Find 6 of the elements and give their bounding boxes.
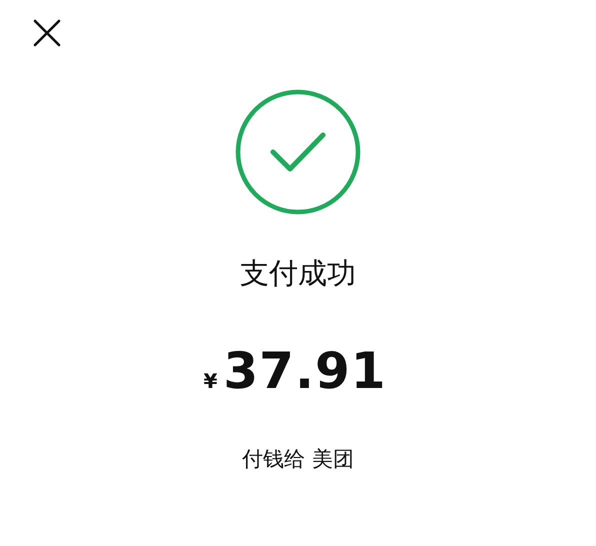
check-circle-icon [235, 89, 361, 215]
currency-symbol: ¥ [203, 369, 218, 393]
amount-value: 37.91 [223, 343, 387, 399]
status-title: 支付成功 [240, 255, 356, 291]
close-icon[interactable] [33, 19, 61, 47]
payee-label: 付钱给 美团 [242, 446, 354, 473]
